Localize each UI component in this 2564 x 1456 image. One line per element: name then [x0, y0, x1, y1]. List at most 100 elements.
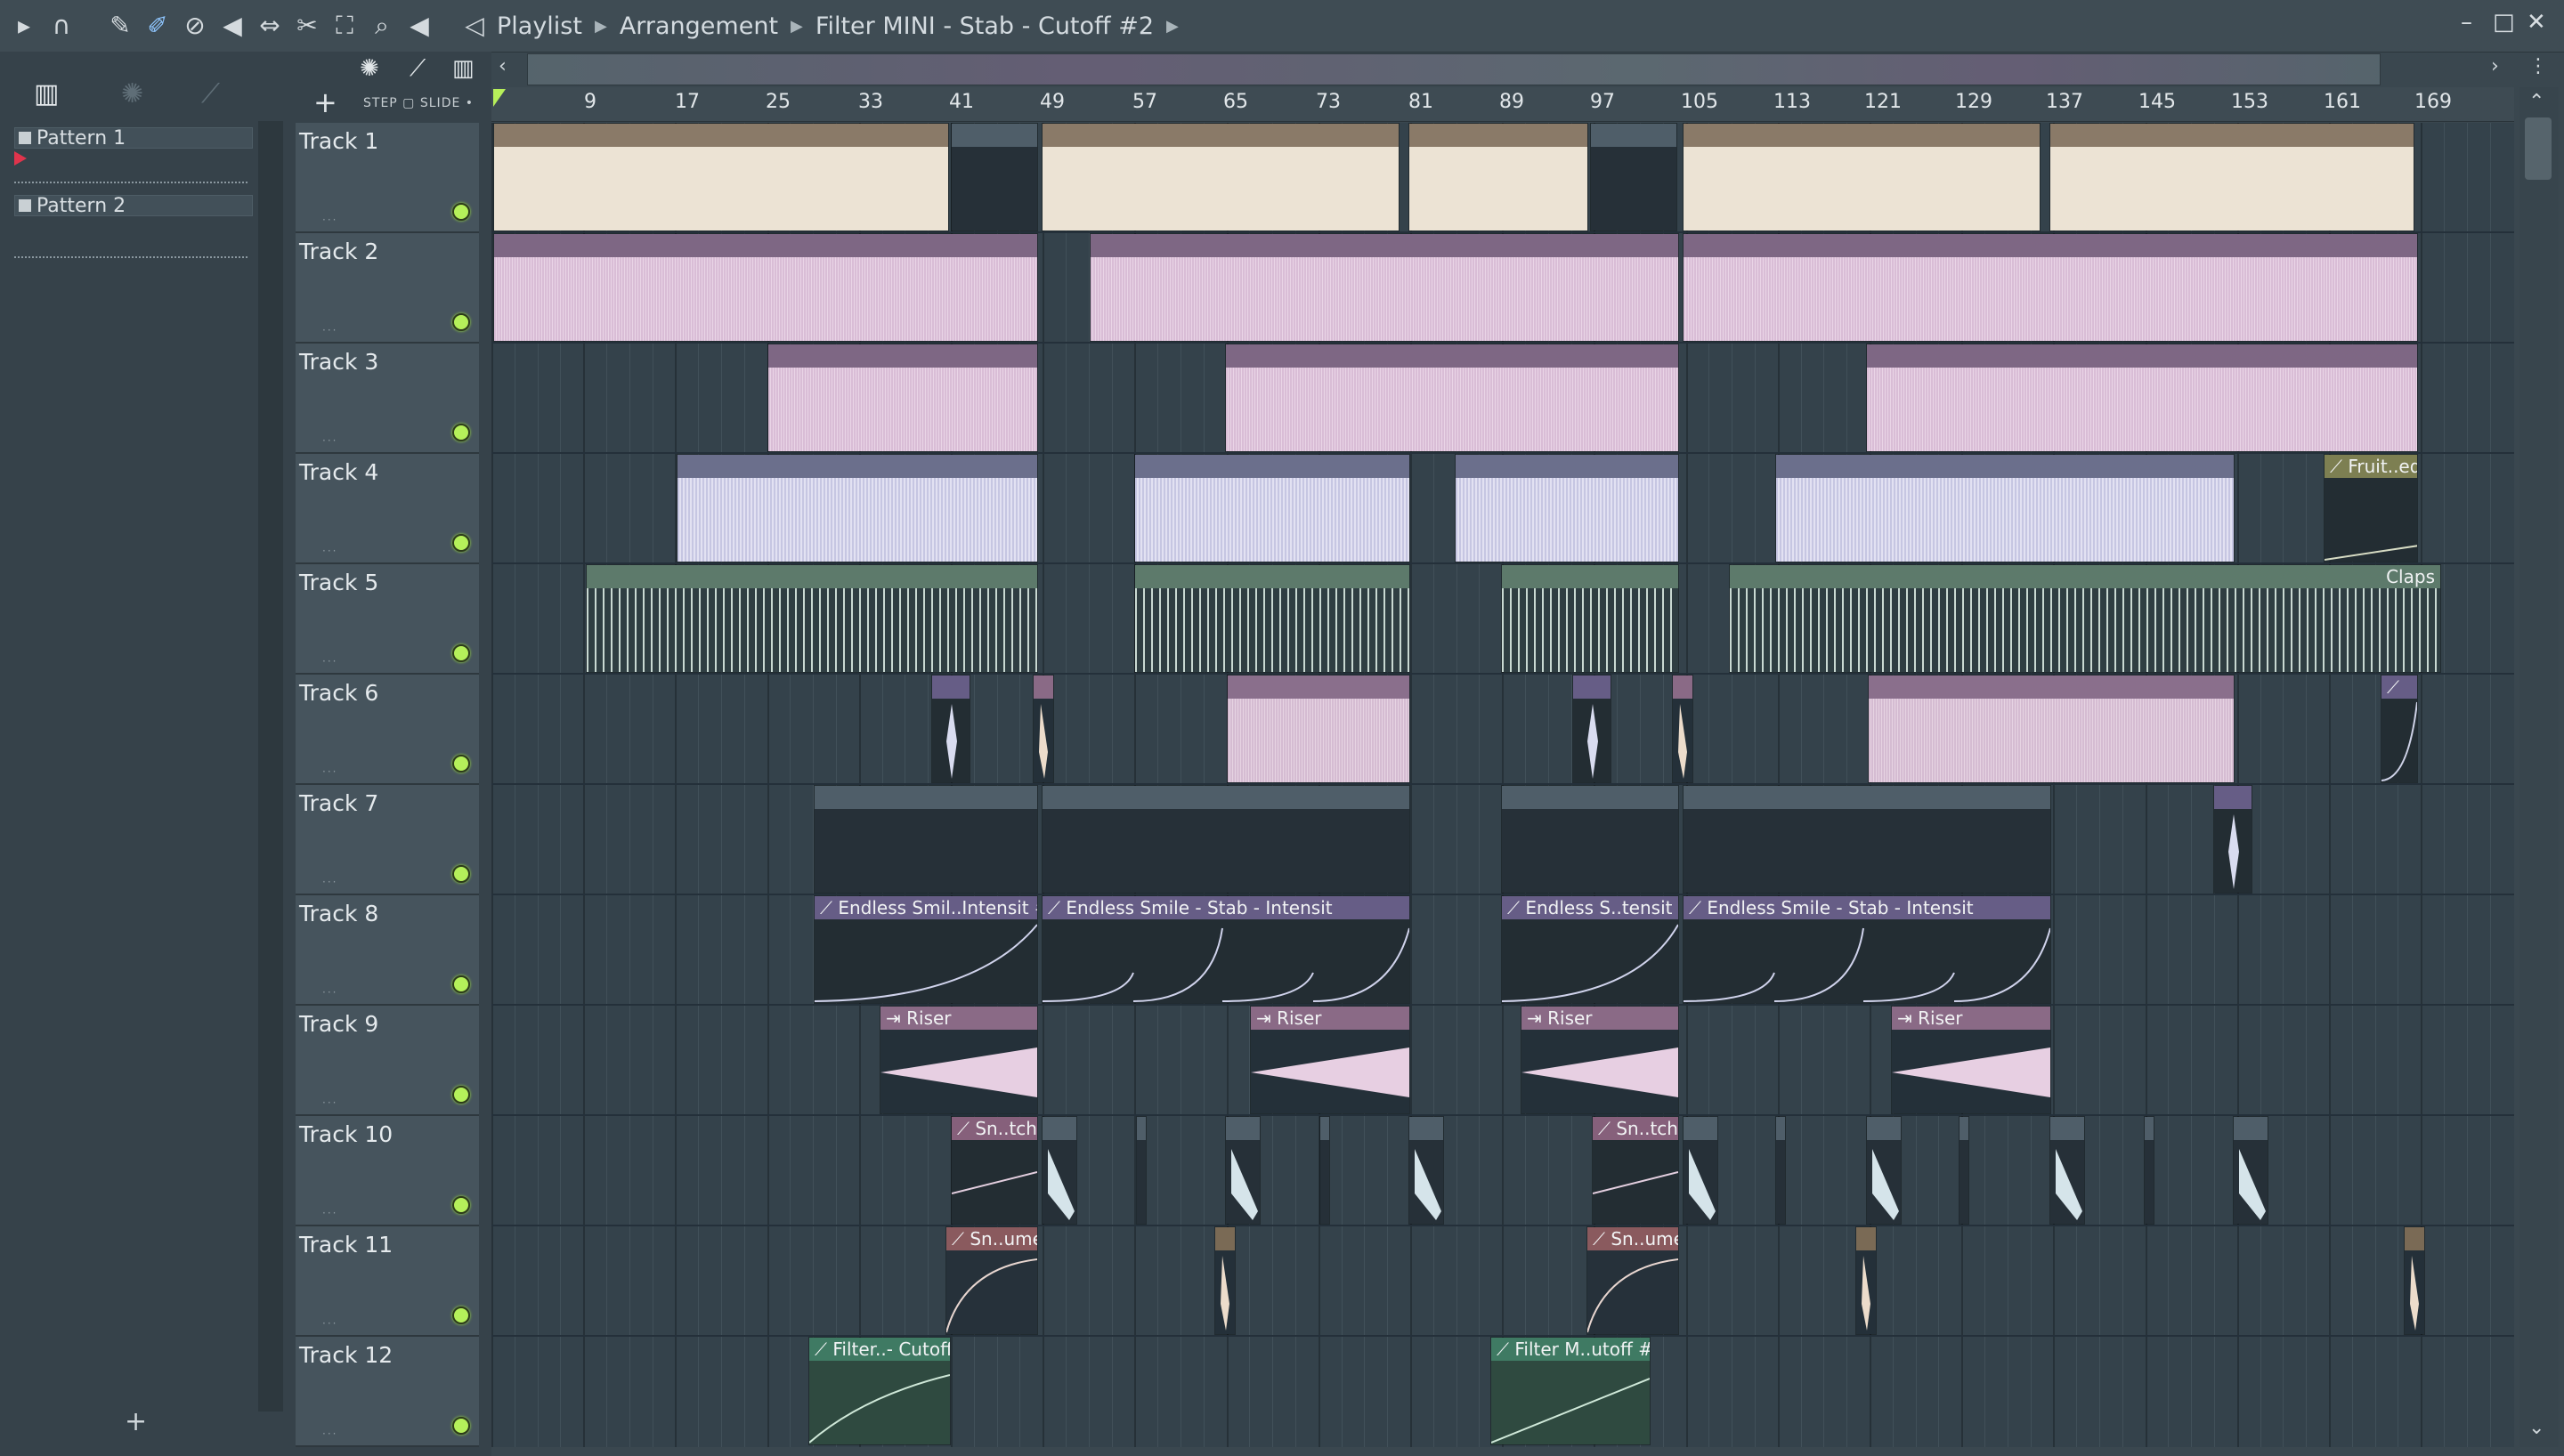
audio-clip[interactable]: ⇥ Riser: [1250, 1006, 1410, 1114]
add-pattern-button[interactable]: +: [125, 1406, 147, 1437]
audio-clip[interactable]: [1866, 344, 2418, 452]
audio-clip[interactable]: Claps: [1729, 564, 2441, 673]
breadcrumb-arrangement[interactable]: Arrangement: [620, 12, 778, 40]
audio-clip[interactable]: [1214, 1226, 1236, 1335]
track-header[interactable]: Track 10 ···: [296, 1116, 479, 1226]
track-mute-led[interactable]: [452, 975, 470, 993]
audio-clip[interactable]: [677, 454, 1038, 562]
pattern-clip[interactable]: [1683, 123, 2041, 231]
audio-clip[interactable]: [1134, 454, 1410, 562]
track-mute-led[interactable]: [452, 1086, 470, 1104]
audio-clip[interactable]: [1775, 454, 2235, 562]
audio-clip[interactable]: [586, 564, 1038, 673]
pattern-item[interactable]: Pattern 2: [14, 195, 253, 217]
pattern-clip[interactable]: [1683, 785, 2051, 894]
track-mute-led[interactable]: [452, 1196, 470, 1214]
automation-clip[interactable]: ⟋ Endless S..tensit #2: [1501, 895, 1679, 1004]
select-icon[interactable]: ⛶: [329, 11, 360, 41]
audio-clip[interactable]: [1775, 1116, 1786, 1225]
track-mute-led[interactable]: [452, 1417, 470, 1435]
audio-clip[interactable]: ⇥ Riser: [1521, 1006, 1679, 1114]
scroll-down-icon[interactable]: ⌄: [2528, 1417, 2544, 1439]
breadcrumb-playlist[interactable]: Playlist: [497, 12, 582, 40]
automation-clip[interactable]: ⟋ Endless Smil..Intensit #3: [814, 895, 1038, 1004]
step-slide-toggle[interactable]: STEP ▢ SLIDE •: [363, 96, 474, 110]
zoom-icon[interactable]: ⌕: [367, 11, 397, 41]
automation-icon[interactable]: ⟋: [201, 78, 220, 109]
pattern-clip[interactable]: [951, 123, 1038, 231]
overview-menu-icon[interactable]: ⋮: [2528, 55, 2548, 77]
audio-clip[interactable]: [2233, 1116, 2268, 1225]
pattern-item[interactable]: Pattern 1: [14, 127, 253, 150]
slip-icon[interactable]: ⇔: [255, 11, 285, 41]
pattern-clip[interactable]: [1042, 123, 1400, 231]
track-header[interactable]: Track 2 ···: [296, 233, 479, 344]
speaker-icon[interactable]: ◁: [459, 11, 490, 41]
audio-clip[interactable]: [1033, 675, 1054, 783]
pencil-icon[interactable]: ✎: [105, 11, 135, 41]
audio-clip[interactable]: [1572, 675, 1611, 783]
pattern-clip[interactable]: [814, 785, 1038, 894]
audio-clip[interactable]: [2404, 1226, 2425, 1335]
breadcrumb-current-clip[interactable]: Filter MINI - Stab - Cutoff #2: [815, 12, 1154, 40]
audio-clip[interactable]: ⇥ Riser: [1891, 1006, 2051, 1114]
track-header[interactable]: Track 11 ···: [296, 1226, 479, 1337]
track-header[interactable]: Track 5 ···: [296, 564, 479, 675]
play-arrow-icon[interactable]: ▸: [9, 11, 39, 41]
track-header[interactable]: Track 3 ···: [296, 344, 479, 454]
track-mute-led[interactable]: [452, 313, 470, 331]
track-header[interactable]: Track 1 ···: [296, 123, 479, 233]
track-mute-led[interactable]: [452, 534, 470, 552]
audio-clip[interactable]: [1225, 1116, 1261, 1225]
minimize-button[interactable]: –: [2461, 9, 2472, 36]
pattern-clip[interactable]: [1501, 785, 1679, 894]
audio-clip[interactable]: [1501, 564, 1679, 673]
track-mute-led[interactable]: [452, 644, 470, 662]
automation-clip[interactable]: ⟋ Endless Smile - Stab - Intensit: [1683, 895, 2051, 1004]
add-track-button[interactable]: +: [313, 85, 337, 119]
playback-icon[interactable]: ◀: [404, 11, 434, 41]
scroll-right-icon[interactable]: ›: [2491, 55, 2499, 77]
pattern-clip[interactable]: [2049, 123, 2414, 231]
curve-icon[interactable]: ⟋: [410, 55, 426, 83]
automation-clip[interactable]: ⟋ Endless Smile - Stab - Intensit: [1042, 895, 1410, 1004]
audio-clip[interactable]: [1672, 675, 1693, 783]
audio-clip[interactable]: [1683, 233, 2418, 342]
delete-icon[interactable]: ⊘: [180, 11, 210, 41]
automation-clip[interactable]: ⟋ Filter..- Cutoff: [808, 1337, 951, 1445]
audio-clip[interactable]: [2213, 785, 2252, 894]
slice-icon[interactable]: ✂: [292, 11, 322, 41]
track-header[interactable]: Track 4 ···: [296, 454, 479, 564]
automation-clip[interactable]: ⟋ Sn..tch: [951, 1116, 1038, 1225]
track-header[interactable]: Track 9 ···: [296, 1006, 479, 1116]
audio-clip[interactable]: [493, 233, 1038, 342]
piano-roll-icon[interactable]: ▥: [452, 55, 475, 82]
audio-clip[interactable]: [1455, 454, 1679, 562]
audio-clip[interactable]: [1408, 1116, 1444, 1225]
track-mute-led[interactable]: [452, 203, 470, 221]
track-mute-led[interactable]: [452, 755, 470, 772]
maximize-button[interactable]: □: [2493, 9, 2515, 36]
pattern-clip[interactable]: [1408, 123, 1588, 231]
audio-clip[interactable]: [1868, 675, 2235, 783]
audio-clip[interactable]: [2144, 1116, 2154, 1225]
audio-clip[interactable]: [1134, 564, 1410, 673]
paint-brush-icon[interactable]: ✐: [142, 11, 173, 41]
piano-icon[interactable]: ▥: [34, 78, 59, 109]
pattern-clip[interactable]: [493, 123, 949, 231]
audio-clip[interactable]: [767, 344, 1038, 452]
track-mute-led[interactable]: [452, 865, 470, 883]
audio-clip[interactable]: [1227, 675, 1410, 783]
audio-icon[interactable]: ✺: [121, 78, 143, 109]
magnet-snap-icon[interactable]: ∩: [46, 11, 77, 41]
track-header[interactable]: Track 7 ···: [296, 785, 479, 895]
track-header[interactable]: Track 6 ···: [296, 675, 479, 785]
arrangement-overview[interactable]: [527, 53, 2381, 85]
audio-clip[interactable]: [1225, 344, 1679, 452]
pattern-clip[interactable]: [1042, 785, 1410, 894]
automation-clip[interactable]: ⟋ Filter M..utoff #2: [1490, 1337, 1651, 1445]
audio-clip[interactable]: [1683, 1116, 1718, 1225]
audio-clip[interactable]: [1042, 1116, 1077, 1225]
audio-clip[interactable]: ⇥ Riser: [880, 1006, 1038, 1114]
track-mute-led[interactable]: [452, 424, 470, 441]
